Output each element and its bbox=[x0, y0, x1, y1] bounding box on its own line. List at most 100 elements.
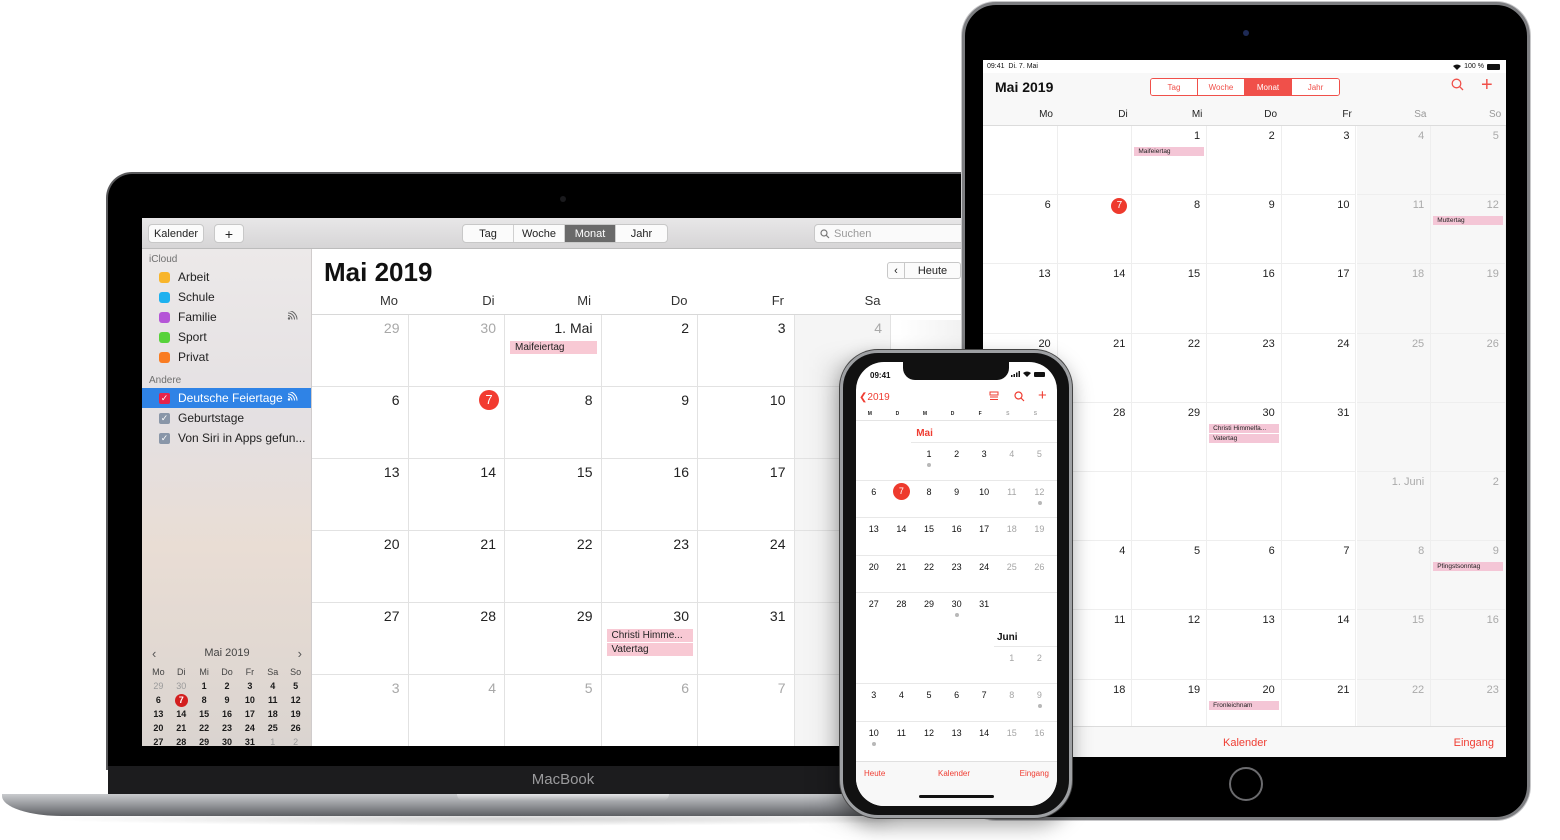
ipad-day-cell[interactable]: 3 bbox=[1281, 126, 1357, 196]
ipad-day-cell[interactable]: 12 Muttertag bbox=[1431, 195, 1506, 265]
mini-day[interactable]: 16 bbox=[216, 708, 239, 721]
ipad-day-cell[interactable]: 10 bbox=[1281, 195, 1357, 265]
ipad-event-chip[interactable]: Muttertag bbox=[1433, 216, 1503, 226]
iphone-day[interactable]: 3 bbox=[860, 690, 888, 700]
sidebar-item[interactable]: Arbeit bbox=[142, 267, 311, 287]
ipad-day-cell[interactable]: 2 bbox=[1207, 126, 1282, 196]
iphone-day[interactable]: 24 bbox=[970, 562, 998, 572]
search-input[interactable]: Suchen bbox=[814, 224, 964, 243]
ipad-day-cell[interactable]: 16 bbox=[1431, 610, 1506, 680]
day-cell[interactable]: 24 bbox=[698, 531, 795, 603]
mini-day[interactable]: 18 bbox=[261, 708, 284, 721]
calendar-color-swatch[interactable] bbox=[159, 351, 170, 363]
iphone-day[interactable]: 13 bbox=[943, 728, 971, 738]
sidebar-item[interactable]: ✓ Deutsche Feiertage bbox=[142, 388, 311, 408]
sidebar-item[interactable]: Familie bbox=[142, 307, 311, 327]
iphone-day[interactable]: 16 bbox=[943, 524, 971, 534]
tab-day[interactable]: Tag bbox=[463, 225, 514, 242]
ipad-day-cell[interactable]: 4 bbox=[1356, 126, 1432, 196]
ipad-day-cell[interactable]: 31 bbox=[1281, 402, 1357, 472]
day-cell[interactable]: 7 bbox=[408, 387, 505, 459]
iphone-list-toggle-button[interactable] bbox=[989, 391, 999, 404]
iphone-home-indicator[interactable] bbox=[919, 795, 994, 798]
calendar-color-swatch[interactable] bbox=[159, 271, 170, 283]
ipad-event-chip[interactable]: Maifeiertag bbox=[1134, 147, 1205, 156]
iphone-day[interactable]: 7 bbox=[888, 482, 916, 500]
iphone-day[interactable]: 14 bbox=[888, 524, 916, 534]
calendars-button[interactable]: Kalender bbox=[148, 224, 204, 243]
iphone-day[interactable]: 28 bbox=[888, 599, 916, 609]
iphone-add-event-button[interactable]: + bbox=[1038, 387, 1047, 404]
iphone-day[interactable]: 30 bbox=[943, 599, 971, 609]
ipad-tab-year[interactable]: Jahr bbox=[1292, 79, 1339, 95]
ipad-tab-day[interactable]: Tag bbox=[1151, 79, 1198, 95]
tab-week[interactable]: Woche bbox=[514, 225, 565, 242]
ipad-day-cell[interactable]: 9 Pfingstsonntag bbox=[1431, 541, 1506, 611]
mini-day[interactable]: 23 bbox=[216, 722, 239, 735]
ipad-day-cell[interactable]: 6 bbox=[983, 195, 1058, 265]
ipad-tab-week[interactable]: Woche bbox=[1198, 79, 1245, 95]
day-cell[interactable]: 14 bbox=[408, 459, 505, 531]
ipad-day-cell[interactable]: 23 bbox=[1207, 333, 1282, 403]
ipad-search-button[interactable] bbox=[1451, 78, 1464, 94]
day-cell[interactable]: 10 bbox=[698, 387, 795, 459]
iphone-day[interactable]: 23 bbox=[943, 562, 971, 572]
mini-day[interactable]: 11 bbox=[261, 694, 284, 707]
iphone-day[interactable]: 2 bbox=[1026, 653, 1054, 663]
iphone-day[interactable]: 15 bbox=[915, 524, 943, 534]
iphone-day[interactable]: 31 bbox=[970, 599, 998, 609]
ipad-day-cell[interactable]: 16 bbox=[1207, 264, 1282, 334]
ipad-day-cell[interactable]: 29 bbox=[1132, 402, 1208, 472]
iphone-day[interactable]: 19 bbox=[1026, 524, 1054, 534]
iphone-day[interactable]: 4 bbox=[888, 690, 916, 700]
ipad-day-cell[interactable] bbox=[1431, 402, 1506, 472]
ipad-calendars-tab[interactable]: Kalender bbox=[1223, 737, 1267, 749]
calendar-color-swatch[interactable] bbox=[159, 291, 170, 303]
iphone-day[interactable]: 18 bbox=[998, 524, 1026, 534]
iphone-day[interactable]: 17 bbox=[970, 524, 998, 534]
ipad-day-cell[interactable]: 14 bbox=[1057, 264, 1133, 334]
day-cell[interactable]: 8 bbox=[505, 387, 602, 459]
mini-day[interactable]: 2 bbox=[216, 680, 239, 693]
mini-day[interactable]: 14 bbox=[170, 708, 193, 721]
iphone-day[interactable]: 8 bbox=[915, 487, 943, 497]
iphone-day[interactable]: 20 bbox=[860, 562, 888, 572]
sidebar-item[interactable]: ✓ Geburtstage bbox=[142, 408, 311, 428]
day-cell[interactable]: 2 bbox=[601, 315, 698, 387]
mini-day[interactable]: 15 bbox=[193, 708, 216, 721]
ipad-day-cell[interactable]: 19 bbox=[1431, 264, 1506, 334]
iphone-day[interactable]: 29 bbox=[915, 599, 943, 609]
mini-day[interactable]: 27 bbox=[147, 736, 170, 746]
day-cell[interactable]: 6 bbox=[602, 675, 698, 746]
day-cell[interactable]: 17 bbox=[698, 459, 795, 531]
mini-day[interactable]: 30 bbox=[170, 680, 193, 693]
ipad-day-cell[interactable] bbox=[1281, 472, 1357, 542]
iphone-day[interactable]: 12 bbox=[915, 728, 943, 738]
ipad-day-cell[interactable]: 2 bbox=[1431, 472, 1506, 542]
add-event-button[interactable]: + bbox=[214, 224, 244, 243]
sidebar-item[interactable]: Schule bbox=[142, 287, 311, 307]
iphone-day[interactable]: 4 bbox=[998, 449, 1026, 459]
ipad-event-chip[interactable]: Pfingstsonntag bbox=[1433, 562, 1503, 572]
ipad-day-cell[interactable] bbox=[1057, 126, 1133, 196]
iphone-search-button[interactable] bbox=[1014, 391, 1025, 405]
iphone-day[interactable]: 12 bbox=[1026, 487, 1054, 497]
mini-day[interactable]: 24 bbox=[238, 722, 261, 735]
iphone-day[interactable]: 25 bbox=[998, 562, 1026, 572]
ipad-event-chip[interactable]: Christi Himmelfa... bbox=[1209, 423, 1279, 433]
mini-day[interactable]: 31 bbox=[238, 736, 261, 746]
iphone-day[interactable]: 22 bbox=[915, 562, 943, 572]
mini-day[interactable]: 5 bbox=[284, 680, 307, 693]
ipad-day-cell[interactable]: 30 Christi Himmelfa... Vatertag bbox=[1207, 402, 1282, 472]
iphone-day[interactable]: 26 bbox=[1026, 562, 1054, 572]
iphone-day[interactable]: 13 bbox=[860, 524, 888, 534]
iphone-day[interactable]: 3 bbox=[970, 449, 998, 459]
iphone-day[interactable]: 27 bbox=[860, 599, 888, 609]
mini-day[interactable]: 29 bbox=[193, 736, 216, 746]
mini-next-month-button[interactable]: › bbox=[298, 646, 302, 661]
previous-month-button[interactable]: ‹ bbox=[888, 263, 905, 278]
mini-day[interactable]: 3 bbox=[238, 680, 261, 693]
day-cell[interactable]: 6 bbox=[312, 387, 409, 459]
day-cell[interactable]: 21 bbox=[408, 531, 505, 603]
calendar-color-swatch[interactable] bbox=[159, 311, 170, 323]
